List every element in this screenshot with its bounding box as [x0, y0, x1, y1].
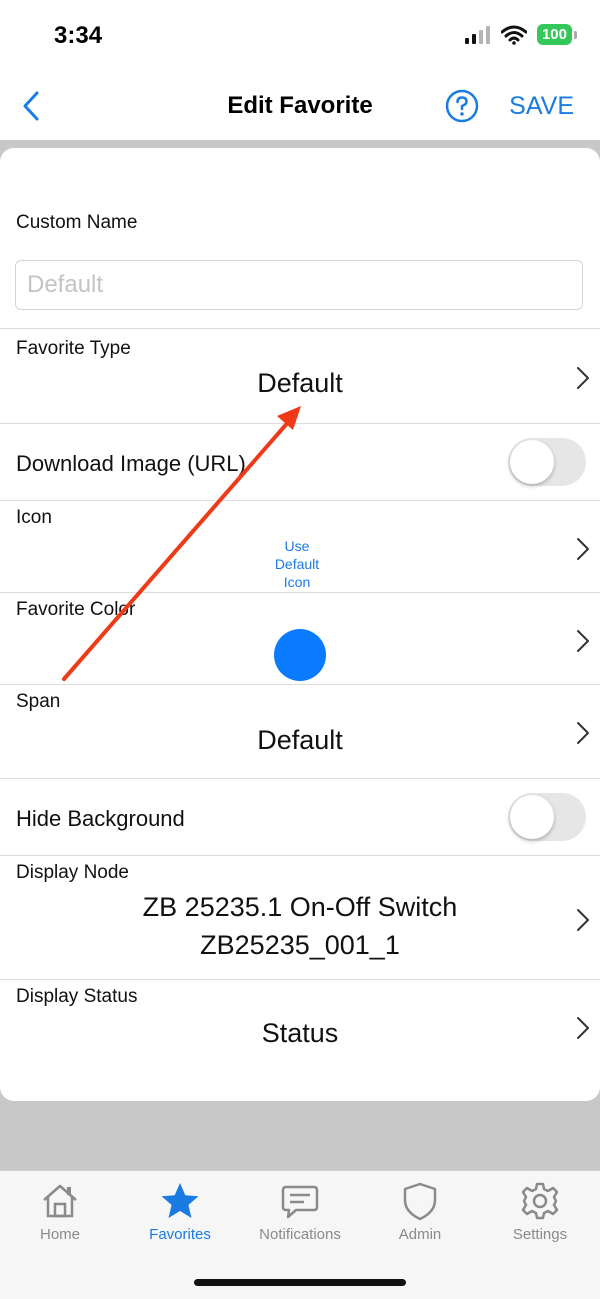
star-icon [161, 1183, 199, 1218]
tab-bar: Home Favorites Notifications Admin Setti… [0, 1170, 600, 1299]
tab-notifications[interactable]: Notifications [240, 1171, 360, 1261]
tab-home[interactable]: Home [0, 1171, 120, 1261]
tab-label: Settings [512, 1226, 568, 1243]
home-indicator [194, 1279, 406, 1286]
tab-label: Home [39, 1226, 80, 1243]
tab-settings[interactable]: Settings [480, 1171, 600, 1261]
shield-icon [403, 1182, 437, 1221]
chat-bubble-icon [281, 1185, 319, 1219]
annotation-arrow [62, 406, 301, 681]
tab-label: Notifications [259, 1226, 341, 1243]
tab-label: Admin [398, 1226, 442, 1243]
tab-favorites[interactable]: Favorites [120, 1171, 240, 1261]
tab-label: Favorites [149, 1226, 211, 1243]
tab-admin[interactable]: Admin [360, 1171, 480, 1261]
home-icon [43, 1184, 77, 1218]
gear-icon [521, 1182, 559, 1220]
